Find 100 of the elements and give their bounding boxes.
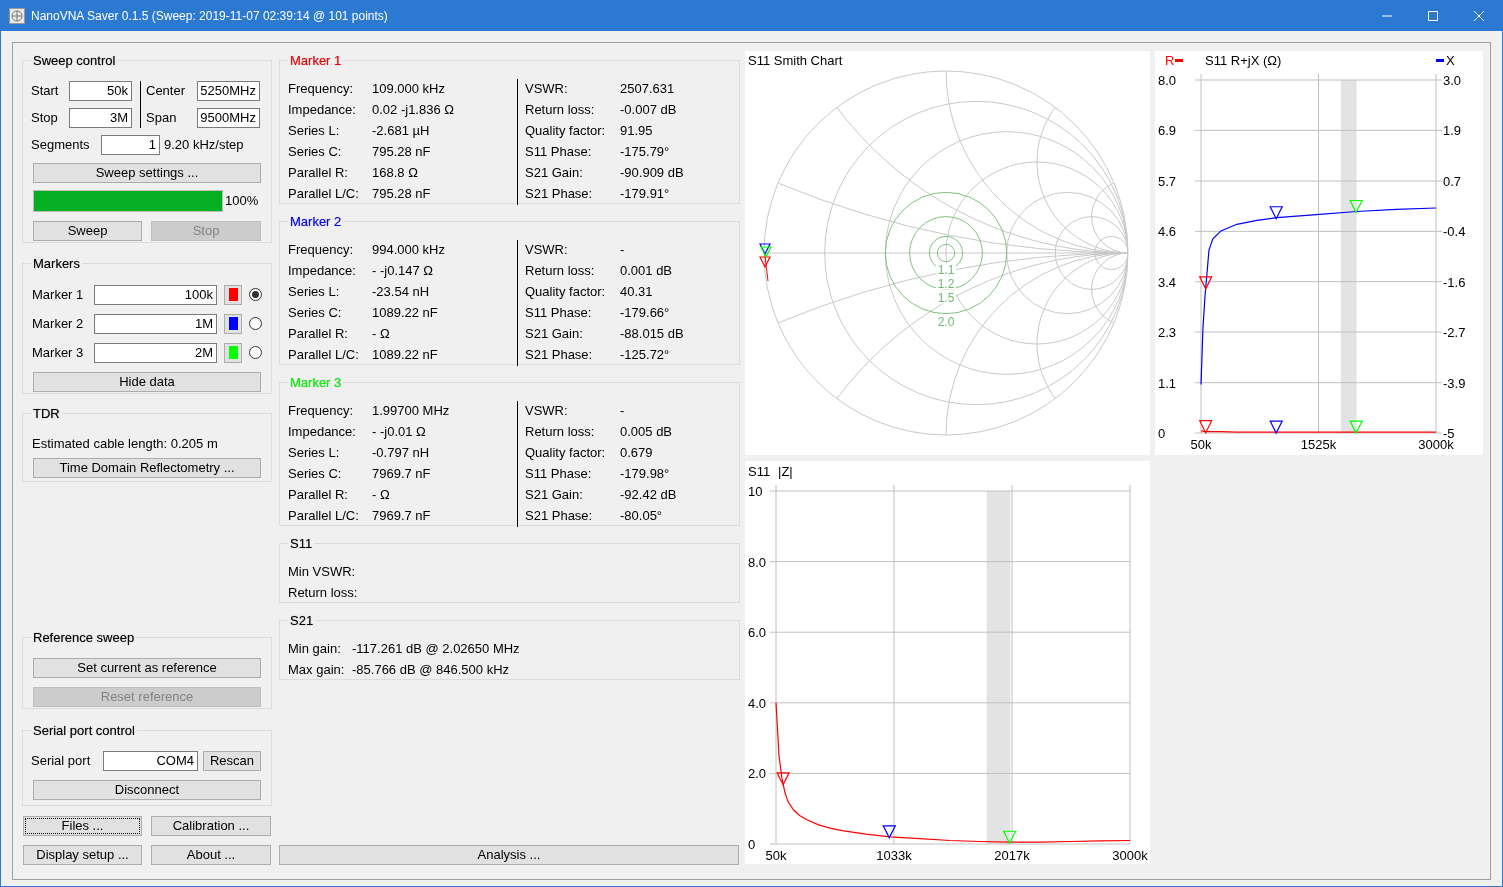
tick-label: 8.0 [748,554,767,570]
maximize-icon[interactable] [1428,11,1438,21]
marker-triangle [1269,206,1284,221]
tick-label: 5.7 [1158,174,1177,190]
tick-label: -3.9 [1443,375,1466,391]
input-field[interactable]: 1 [101,134,160,155]
field-value: -85.766 dB @ 846.500 kHz [352,661,509,680]
field-value: -179.66° [620,304,670,323]
radio-button[interactable] [249,317,262,330]
vswr-label: 1.2 [937,276,955,291]
field-value: 1089.22 nF [372,346,438,365]
tick-label: 1.9 [1443,123,1462,139]
field-value: -0.797 nH [372,444,430,463]
field-value: 40.31 [620,283,653,302]
tick-label: -2.7 [1443,324,1466,340]
button[interactable]: Hide data [33,371,261,392]
input-field[interactable]: COM4 [103,750,198,771]
field-label: Max gain: [288,661,346,680]
field-label: S11 Phase: [525,465,593,484]
field-value: 1.99700 MHz [372,402,450,421]
button[interactable]: Files ... [23,816,142,836]
field-value: - Ω [372,486,390,505]
input-field[interactable]: 2M [94,342,217,363]
field-label: VSWR: [525,241,569,260]
button[interactable]: Sweep settings ... [33,162,261,183]
field-value: - -j0.01 Ω [372,423,426,442]
tick-label: 3.0 [1443,73,1462,88]
field-label: Quality factor: [525,122,607,141]
field-label: Segments [31,135,91,154]
group-title: Serial port control [32,722,136,740]
field-label: Span [146,108,178,127]
tick-label: 0.7 [1443,174,1462,190]
vswr-label: 1.1 [937,262,955,277]
field-label: Quality factor: [525,283,607,302]
button[interactable]: Sweep [33,220,142,241]
field-label: Impedance: [288,262,357,281]
tick-label: 3.4 [1158,274,1177,290]
button[interactable]: Display setup ... [23,845,142,865]
color-button[interactable] [224,342,242,363]
button[interactable]: Time Domain Reflectometry ... [33,458,261,478]
field-label: Marker 3 [32,343,85,362]
input-field[interactable]: 5250MHz [197,80,260,101]
field-value: -179.91° [620,185,670,204]
tick-label: 3000k [1112,848,1148,863]
field-label: Parallel R: [288,164,349,183]
input-field[interactable]: 3M [69,107,132,128]
input-field[interactable]: 9500MHz [197,107,260,128]
field-label: Min VSWR: [288,563,356,582]
tick-label: 4.6 [1158,224,1177,240]
marker-triangle [1269,420,1284,435]
field-value: 795.28 nF [372,143,431,162]
vswr-label: 2.0 [937,314,955,329]
field-value: 91.95 [620,122,653,141]
field-label: Parallel R: [288,486,349,505]
close-icon[interactable] [1474,11,1484,21]
color-button[interactable] [224,313,242,334]
tick-label: 2.3 [1158,324,1177,340]
field-label: S21 Gain: [525,486,584,505]
field-value: - [620,402,625,421]
field-value: 1089.22 nF [372,304,438,323]
color-button[interactable] [224,284,242,305]
field-label: Series C: [288,143,343,162]
tick-label: 1525k [1300,437,1337,452]
button[interactable]: Rescan [203,750,261,771]
tick-label: 50k [1190,437,1212,452]
input-field[interactable]: 100k [94,284,217,305]
field-value: - [620,241,625,260]
radio-button[interactable] [249,288,262,301]
button[interactable]: Set current as reference [33,657,261,678]
button[interactable]: About ... [151,845,271,865]
input-field[interactable]: 50k [69,80,132,101]
radio-button[interactable] [249,346,262,359]
button[interactable]: Calibration ... [151,816,271,836]
button[interactable]: Disconnect [33,779,261,800]
input-field[interactable]: 1M [94,313,217,334]
step-text: 9.20 kHz/step [164,135,244,154]
button[interactable]: Analysis ... [279,845,739,865]
field-value: -2.681 µH [372,122,430,141]
field-label: S21 Gain: [525,164,584,183]
field-value: -23.54 nH [372,283,430,302]
marker-triangle [776,772,791,787]
field-value: 7969.7 nF [372,507,431,526]
marker-triangle [1198,420,1213,435]
tick-label: 1.1 [1158,375,1177,391]
field-label: Start [31,81,60,100]
field-label: Series C: [288,304,343,323]
field-label: S11 Phase: [525,304,593,323]
chart-title: S11 R+jX (Ω) [1205,53,1282,68]
marker-triangle [759,256,771,269]
field-label: S21 Gain: [525,325,584,344]
tick-label: 50k [765,848,787,863]
tick-label: 4.0 [748,695,767,711]
marker-triangle [882,825,897,840]
field-label: Series C: [288,465,343,484]
marker-triangle [1349,420,1364,435]
chart-title: S11 [748,464,771,479]
field-label: Series L: [288,122,341,141]
field-label: S21 Phase: [525,346,594,365]
field-value: -0.007 dB [620,101,677,120]
field-value: -125.72° [620,346,670,365]
